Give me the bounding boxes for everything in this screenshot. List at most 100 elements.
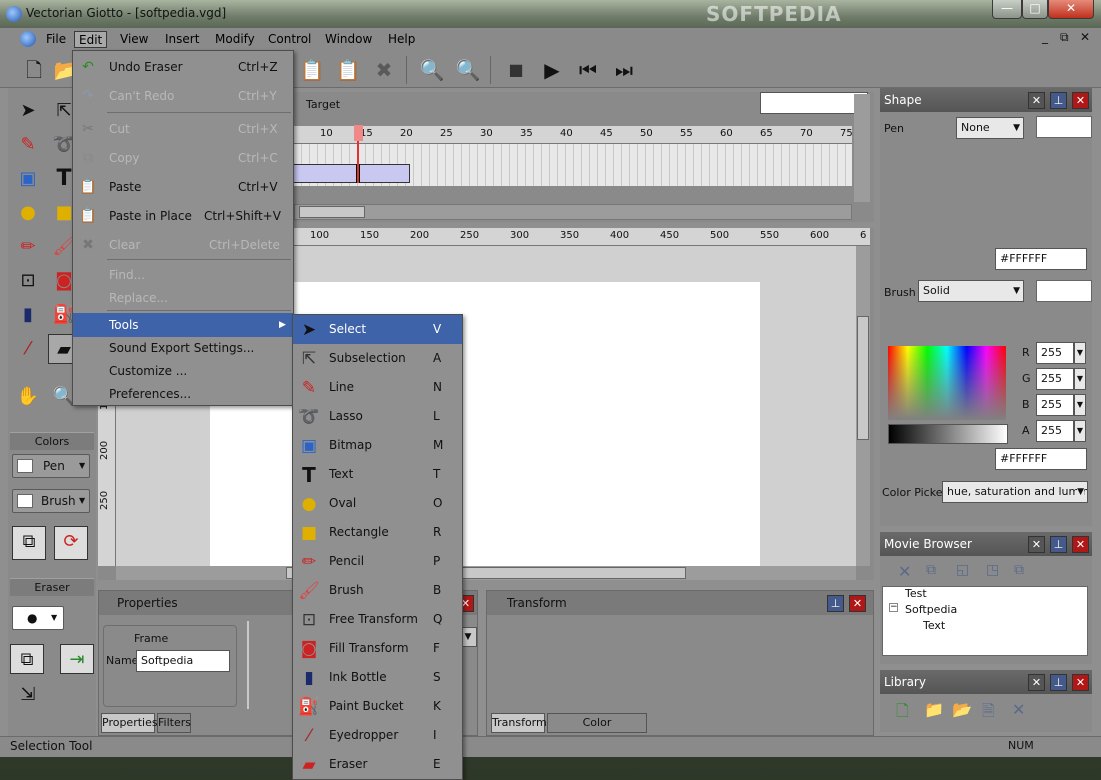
menu-window[interactable]: Window	[321, 31, 376, 48]
stop-icon[interactable]: ■	[502, 56, 530, 84]
rewind-icon[interactable]: ⏮	[574, 56, 602, 84]
scroll-thumb[interactable]	[299, 206, 365, 218]
select-tool-icon[interactable]: ➤	[12, 96, 44, 126]
tools-menu-item-rectangle[interactable]: ■ Rectangle R	[293, 518, 462, 547]
mdi-close-button[interactable]: ✕	[1080, 30, 1090, 44]
timeline-vscroll[interactable]	[854, 94, 870, 202]
menu-view[interactable]: View	[116, 31, 152, 48]
rgba-input[interactable]: 255	[1036, 420, 1074, 442]
shape-pin-icon[interactable]: ⊥	[1050, 92, 1067, 109]
library-close-icon[interactable]: ✕	[1072, 674, 1089, 691]
tools-menu-item-brush[interactable]: 🖌 Brush B	[293, 576, 462, 605]
eraser-mode-icon[interactable]: ⧉	[10, 644, 44, 674]
eyedropper-tool-icon[interactable]: ⁄	[12, 334, 44, 364]
zoom-out-icon[interactable]: 🔍	[454, 56, 482, 84]
tools-menu-item-pencil[interactable]: ✏ Pencil P	[293, 547, 462, 576]
mdi-minimize-button[interactable]: _	[1042, 30, 1048, 44]
tools-menu-item-select[interactable]: ➤ Select V	[293, 315, 462, 344]
movie-browser-pin-icon[interactable]: ⊥	[1050, 536, 1067, 553]
scroll-thumb[interactable]	[857, 316, 869, 440]
rgba-input[interactable]: 255	[1036, 342, 1074, 364]
transform-pin-icon[interactable]: ⊥	[827, 595, 844, 612]
timeline-hscroll[interactable]	[294, 204, 852, 220]
tools-menu-item-paint-bucket[interactable]: ⛽ Paint Bucket K	[293, 692, 462, 721]
pen-style-select[interactable]: None ▼	[956, 117, 1024, 139]
tools-menu-item-line[interactable]: ✎ Line N	[293, 373, 462, 402]
corner-icon[interactable]: ⇲	[12, 680, 44, 710]
pencil-tool-icon[interactable]: ✏	[12, 232, 44, 262]
library-float-icon[interactable]: ✕	[1028, 674, 1045, 691]
chevron-down-icon[interactable]: ▼	[1074, 394, 1086, 416]
edit-menu-item-paste-in-place[interactable]: 📋 Paste in Place Ctrl+Shift+V	[73, 204, 293, 228]
faucet-icon[interactable]: ⇥	[60, 644, 94, 674]
pen-color-preview[interactable]	[1036, 116, 1092, 138]
library-pin-icon[interactable]: ⊥	[1050, 674, 1067, 691]
play-icon[interactable]: ▶	[538, 56, 566, 84]
maximize-button[interactable]: □	[1022, 0, 1048, 19]
paste-toolbar-icon[interactable]: 📋	[298, 56, 326, 84]
duplicate-icon[interactable]: ⧉	[926, 562, 936, 578]
menu-file[interactable]: File	[42, 31, 70, 48]
frame-icon[interactable]: ◱	[956, 562, 969, 578]
tools-menu-item-oval[interactable]: ● Oval O	[293, 489, 462, 518]
tools-menu-item-eyedropper[interactable]: ⁄ Eyedropper I	[293, 721, 462, 750]
zoom-in-icon[interactable]: 🔍	[418, 56, 446, 84]
remove-icon[interactable]: ✕	[898, 562, 911, 581]
edit-menu-item-paste[interactable]: 📋 Paste Ctrl+V	[73, 175, 293, 199]
luminosity-slider[interactable]	[888, 424, 1008, 444]
name-input[interactable]: Softpedia	[136, 650, 230, 672]
hue-saturation-picker[interactable]	[888, 346, 1006, 420]
tab-transform[interactable]: Transform	[491, 713, 547, 733]
swap-colors-icon[interactable]: ⧉	[12, 526, 46, 560]
tree-item-softpedia[interactable]: Softpedia	[905, 603, 957, 616]
tools-menu-item-fill-transform[interactable]: ◙ Fill Transform F	[293, 634, 462, 663]
tab-properties[interactable]: Properties	[101, 713, 158, 733]
ink-bottle-tool-icon[interactable]: ▮	[12, 300, 44, 330]
rgba-input[interactable]: 255	[1036, 368, 1074, 390]
tools-menu-item-eraser[interactable]: ▰ Eraser E	[293, 750, 462, 779]
tools-menu-item-free-transform[interactable]: ⊡ Free Transform Q	[293, 605, 462, 634]
edit-menu-item-sound-export-settings[interactable]: Sound Export Settings...	[73, 336, 293, 360]
tab-filters[interactable]: Filters	[157, 713, 191, 733]
rgba-input[interactable]: 255	[1036, 394, 1074, 416]
shape-float-icon[interactable]: ✕	[1028, 92, 1045, 109]
menu-edit[interactable]: Edit	[74, 31, 108, 48]
mdi-restore-button[interactable]: ⧉	[1060, 30, 1069, 45]
oval-tool-icon[interactable]: ●	[12, 198, 44, 228]
tab-color-transformation[interactable]: Color Transformation	[547, 713, 647, 747]
chevron-down-icon[interactable]: ▼	[1074, 342, 1086, 364]
new-folder-icon[interactable]: 📁	[924, 700, 944, 719]
line-tool-icon[interactable]: ✎	[12, 130, 44, 160]
properties-library-icon[interactable]: 🗎	[982, 700, 995, 727]
shape-close-icon[interactable]: ✕	[1072, 92, 1089, 109]
minimize-button[interactable]: —	[992, 0, 1022, 19]
tree-item-test[interactable]: Test	[905, 587, 927, 600]
tools-menu-item-text[interactable]: T Text T	[293, 460, 462, 489]
pen-color-combo[interactable]: Pen ▼	[12, 454, 90, 478]
movie-browser-close-icon[interactable]: ✕	[1072, 536, 1089, 553]
edit-menu-item-preferences[interactable]: Preferences...	[73, 382, 293, 406]
menu-insert[interactable]: Insert	[161, 31, 203, 48]
brush-style-select[interactable]: Solid ▼	[918, 280, 1024, 302]
tools-menu-item-lasso[interactable]: ➰ Lasso L	[293, 402, 462, 431]
paste-in-place-toolbar-icon[interactable]: 📋	[334, 56, 362, 84]
delete-icon[interactable]: ✖	[370, 56, 398, 84]
edit-menu-item-undo-eraser[interactable]: ↶ Undo Eraser Ctrl+Z	[73, 55, 293, 79]
bitmap-tool-icon[interactable]: ▣	[12, 164, 44, 194]
delete-library-icon[interactable]: ✕	[1012, 700, 1025, 719]
eraser-size-combo[interactable]: ● ▼	[12, 606, 64, 630]
menu-control[interactable]: Control	[264, 31, 315, 48]
new-file-icon[interactable]: 🗋	[20, 56, 48, 84]
new-symbol-icon[interactable]: 🗋	[896, 700, 909, 727]
timeline-target-select[interactable]: ▼	[760, 92, 868, 114]
tween-icon[interactable]: ⧉	[1014, 562, 1024, 578]
hand-tool-icon[interactable]: ✋	[12, 382, 44, 412]
stage-vscroll[interactable]	[856, 246, 870, 566]
timeline-playhead[interactable]	[354, 125, 363, 141]
free-transform-tool-icon[interactable]: ⊡	[12, 266, 44, 296]
edit-menu-item-customize[interactable]: Customize ...	[73, 359, 293, 383]
layer-icon[interactable]: ◳	[986, 562, 999, 578]
forward-end-icon[interactable]: ⏭	[610, 56, 638, 84]
stage-hscroll[interactable]	[116, 566, 856, 580]
tree-collapse-icon[interactable]: −	[889, 603, 898, 612]
